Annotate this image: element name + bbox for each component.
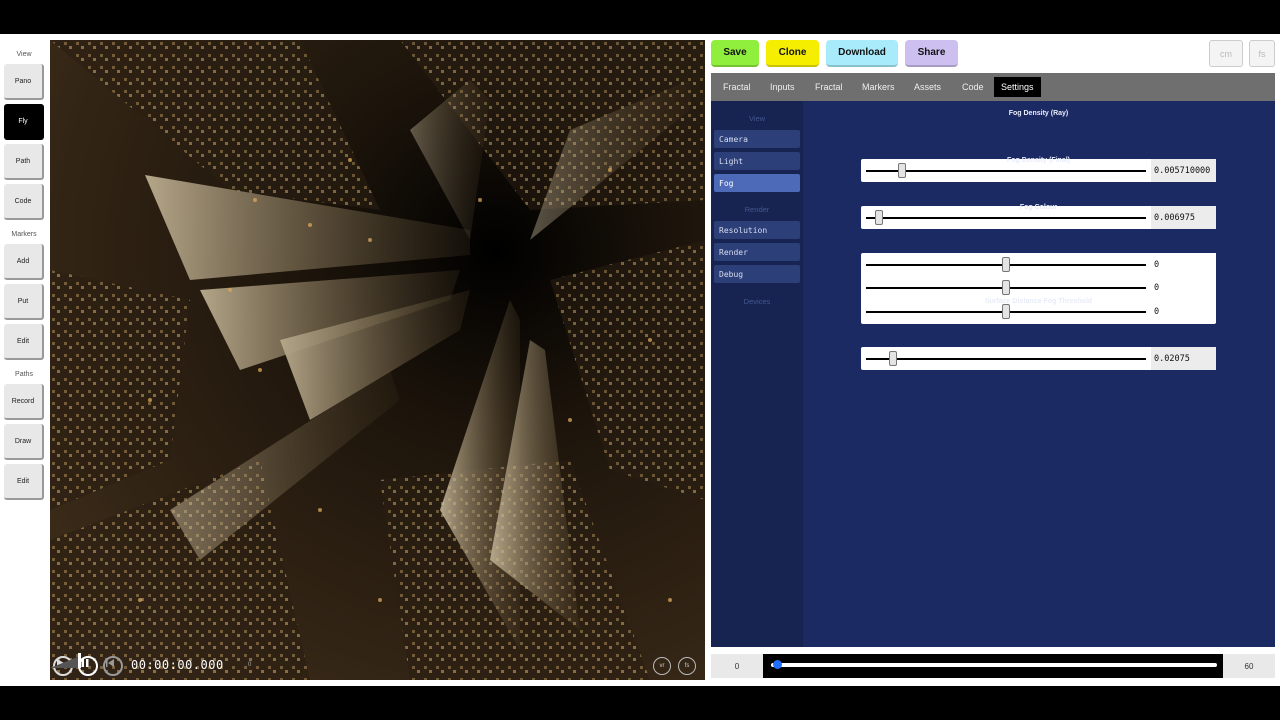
fractal-viewport[interactable]: 00:00:00.000 0 vr fs bbox=[50, 40, 705, 680]
nav-item-debug[interactable]: Debug bbox=[714, 265, 800, 283]
volume-icon[interactable] bbox=[50, 652, 86, 668]
restart-button[interactable] bbox=[103, 656, 123, 676]
tab-markers[interactable]: Markers bbox=[855, 77, 902, 97]
slider-track bbox=[866, 358, 1146, 360]
slider-thumb[interactable] bbox=[1002, 257, 1010, 272]
slider-track bbox=[866, 170, 1146, 172]
fullscreen-button[interactable]: fs bbox=[678, 657, 696, 675]
fog-colour-label: Fog Colour bbox=[1019, 204, 1058, 211]
fs-button[interactable]: fs bbox=[1249, 40, 1275, 67]
surface-fog-threshold-value[interactable]: 0.02075 bbox=[1151, 347, 1216, 370]
nav-heading-view: View bbox=[748, 114, 766, 123]
fog-colour-r-slider[interactable]: 0 bbox=[861, 253, 1216, 276]
slider-thumb[interactable] bbox=[888, 351, 897, 366]
left-toolbar: View Pano Fly Path Code Markers Add Put … bbox=[0, 34, 48, 686]
nav-heading-render: Render bbox=[744, 205, 770, 214]
nav-item-fog[interactable]: Fog bbox=[714, 174, 800, 192]
slider-thumb[interactable] bbox=[874, 210, 883, 225]
tab-settings[interactable]: Settings bbox=[994, 77, 1041, 97]
fly-button[interactable]: Fly bbox=[4, 104, 44, 140]
record-path-button[interactable]: Record bbox=[4, 384, 44, 420]
surface-fog-threshold-slider[interactable]: 0.02075 bbox=[861, 347, 1216, 370]
settings-nav: View Camera Light Fog Render Resolution … bbox=[711, 101, 803, 647]
cm-button[interactable]: cm bbox=[1209, 40, 1243, 67]
playback-bar: 00:00:00.000 0 vr fs bbox=[50, 652, 705, 680]
tab-assets[interactable]: Assets bbox=[907, 77, 948, 97]
tab-fractal-2[interactable]: Fractal bbox=[808, 77, 850, 97]
tab-fractal[interactable]: Fractal bbox=[716, 77, 758, 97]
surface-fog-threshold-label: Surface Distance Fog Threshold bbox=[984, 298, 1093, 305]
fog-density-ray-label: Fog Density (Ray) bbox=[1008, 110, 1069, 117]
add-marker-button[interactable]: Add bbox=[4, 244, 44, 280]
settings-panel: View Camera Light Fog Render Resolution … bbox=[711, 101, 1275, 647]
nav-item-resolution[interactable]: Resolution bbox=[714, 221, 800, 239]
app-frame: View Pano Fly Path Code Markers Add Put … bbox=[0, 34, 1280, 686]
clone-button[interactable]: Clone bbox=[766, 40, 819, 67]
timecode: 00:00:00.000 bbox=[131, 658, 224, 672]
vr-button[interactable]: vr bbox=[653, 657, 671, 675]
fog-colour-control: 0 0 0 bbox=[861, 253, 1216, 324]
tab-inputs[interactable]: Inputs bbox=[763, 77, 802, 97]
slider-track bbox=[866, 217, 1146, 219]
slider-thumb[interactable] bbox=[898, 163, 907, 178]
pano-button[interactable]: Pano bbox=[4, 64, 44, 100]
nav-item-light[interactable]: Light bbox=[714, 152, 800, 170]
skip-back-icon bbox=[106, 659, 114, 667]
timeline-end[interactable]: 60 bbox=[1223, 654, 1275, 678]
nav-heading-devices: Devices bbox=[743, 297, 771, 306]
timeline-thumb[interactable] bbox=[773, 660, 782, 669]
edit-marker-button[interactable]: Edit bbox=[4, 324, 44, 360]
paths-section-label: Paths bbox=[15, 371, 33, 378]
path-button[interactable]: Path bbox=[4, 144, 44, 180]
put-marker-button[interactable]: Put bbox=[4, 284, 44, 320]
nav-item-render[interactable]: Render bbox=[714, 243, 800, 261]
view-section-label: View bbox=[16, 51, 32, 58]
edit-path-button[interactable]: Edit bbox=[4, 464, 44, 500]
timeline-start[interactable]: 0 bbox=[711, 654, 763, 678]
markers-section-label: Markers bbox=[11, 231, 37, 238]
tab-bar: Fractal Inputs Fractal Markers Assets Co… bbox=[711, 73, 1275, 101]
code-button[interactable]: Code bbox=[4, 184, 44, 220]
tab-code[interactable]: Code bbox=[955, 77, 991, 97]
slider-thumb[interactable] bbox=[1002, 304, 1010, 319]
fog-density-final-label: Fog Density (Final) bbox=[1007, 157, 1070, 164]
surface-fog-threshold-control: 0.02075 bbox=[861, 347, 1216, 370]
fog-colour-g-value[interactable]: 0 bbox=[1151, 276, 1216, 299]
fractal-render bbox=[50, 40, 705, 680]
slider-thumb[interactable] bbox=[1002, 280, 1010, 295]
fog-colour-g-slider[interactable]: 0 bbox=[861, 276, 1216, 299]
fog-colour-r-value[interactable]: 0 bbox=[1151, 253, 1216, 276]
save-button[interactable]: Save bbox=[711, 40, 759, 67]
frame-counter: 0 bbox=[248, 662, 252, 668]
share-button[interactable]: Share bbox=[905, 40, 958, 67]
timeline: 0 60 bbox=[711, 654, 1275, 678]
download-button[interactable]: Download bbox=[826, 40, 898, 67]
timeline-track[interactable] bbox=[771, 663, 1217, 667]
draw-path-button[interactable]: Draw bbox=[4, 424, 44, 460]
nav-item-camera[interactable]: Camera bbox=[714, 130, 800, 148]
